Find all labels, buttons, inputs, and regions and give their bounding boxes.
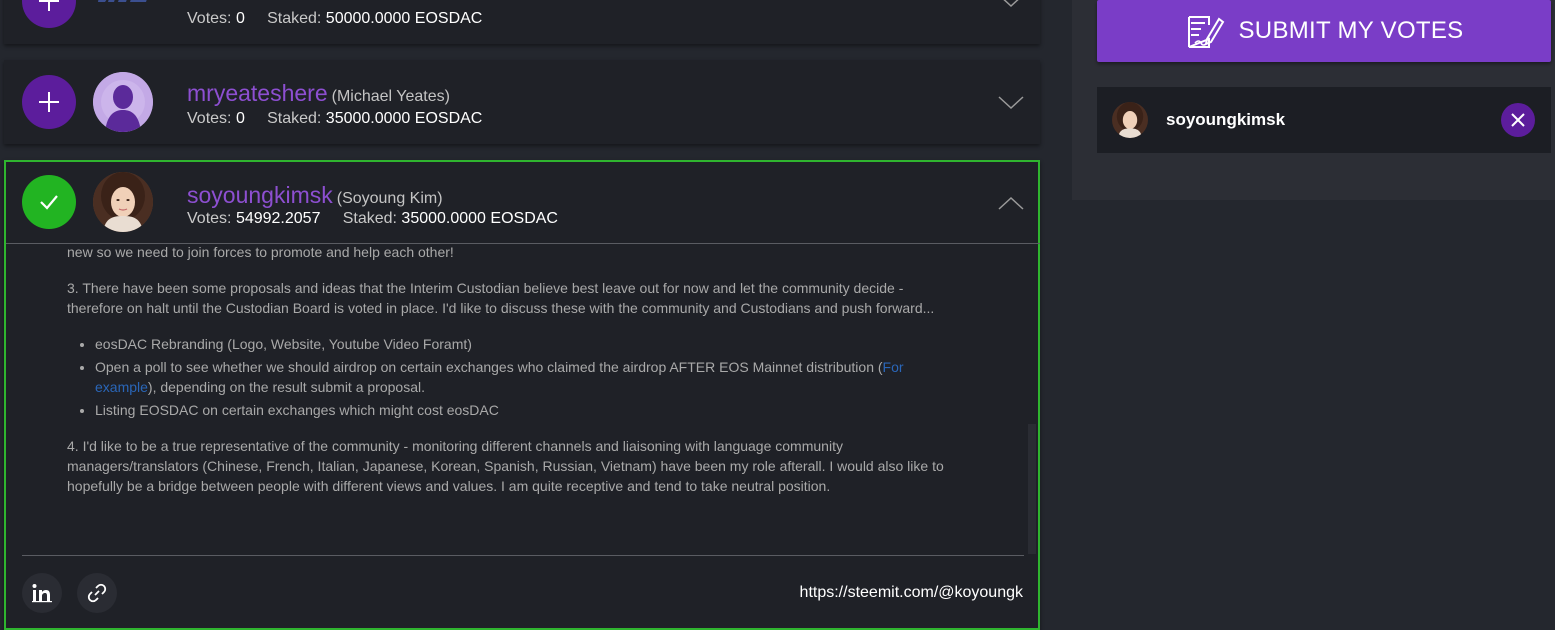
account-name[interactable]: soyoungkimsk: [187, 182, 333, 208]
checkmark-icon: [40, 195, 58, 210]
add-vote-button[interactable]: [22, 0, 76, 28]
staked-value: 35000.0000 EOSDAC: [401, 210, 558, 227]
list-item: eosDAC Rebranding (Logo, Website, Youtub…: [95, 334, 947, 354]
votes-value: 54992.2057: [235, 210, 321, 227]
candidate-card: mryeateshere (Michael Yeates) Votes: 0 St…: [4, 60, 1040, 144]
votes-label: Votes:: [187, 210, 232, 227]
chevron-down-icon[interactable]: [998, 94, 1024, 110]
voted-toggle-button[interactable]: [22, 175, 76, 229]
selected-candidate-name: soyoungkimsk: [1166, 110, 1286, 129]
candidate-stats: Votes: 0 Staked: 35000.0000 EOSDAC: [187, 110, 482, 128]
votes-label: Votes:: [187, 10, 232, 27]
chevron-down-icon[interactable]: [998, 0, 1024, 8]
selected-candidate-item: soyoungkimsk: [1097, 87, 1551, 153]
candidate-name[interactable]: soyoungkimsk (Soyoung Kim): [187, 182, 443, 209]
staked-value: 50000.0000 EOSDAC: [325, 10, 483, 27]
profile-photo: [1112, 102, 1148, 138]
sign-document-icon: [1187, 16, 1224, 48]
staked-label: Staked:: [342, 210, 397, 227]
description-paragraph: 4. I'd like to be a true representative …: [67, 438, 944, 494]
list-item-text: Open a poll to see whether we should air…: [95, 359, 883, 375]
list-item: Listing EOSDAC on certain exchanges whic…: [95, 400, 947, 420]
votes-value: 0: [235, 10, 245, 27]
real-name: (Soyoung Kim): [336, 190, 443, 207]
description-paragraph: new so we need to join forces to promote…: [67, 244, 454, 260]
candidate-card-expanded: soyoungkimsk (Soyoung Kim) Votes: 54992.2…: [4, 160, 1040, 630]
list-item-text: ), depending on the result submit a prop…: [147, 379, 425, 395]
candidate-stats: Votes: 0 Staked: 50000.0000 EOSDAC: [187, 10, 482, 28]
link-button[interactable]: [77, 573, 117, 613]
votes-value: 0: [235, 110, 245, 127]
candidate-card: Votes: 0 Staked: 50000.0000 EOSDAC: [4, 0, 1040, 44]
staked-label: Staked:: [267, 110, 322, 127]
description-scrollbar[interactable]: [1028, 424, 1036, 554]
real-name: (Michael Yeates): [331, 88, 450, 105]
plus-icon: [39, 92, 59, 112]
submit-votes-button[interactable]: SUBMIT MY VOTES: [1097, 0, 1551, 62]
default-user-icon: [93, 72, 153, 132]
submit-votes-label: SUBMIT MY VOTES: [1238, 17, 1464, 44]
close-icon: [1511, 113, 1525, 127]
profile-url-link[interactable]: https://steemit.com/@koyoungk: [800, 584, 1023, 602]
avatar: [93, 72, 153, 132]
footer-divider: [22, 555, 1024, 556]
account-name[interactable]: mryeateshere: [187, 80, 328, 106]
candidate-description: new so we need to join forces to promote…: [67, 242, 947, 512]
link-icon: [87, 583, 107, 603]
candidate-name[interactable]: mryeateshere (Michael Yeates): [187, 80, 450, 107]
avatar: [1112, 102, 1148, 138]
linkedin-button[interactable]: [22, 573, 62, 613]
staked-label: Staked:: [267, 10, 322, 27]
remove-vote-button[interactable]: [1501, 103, 1535, 137]
staked-value: 35000.0000 EOSDAC: [325, 110, 483, 127]
profile-photo: [93, 172, 153, 232]
votes-label: Votes:: [187, 110, 232, 127]
description-list: eosDAC Rebranding (Logo, Website, Youtub…: [67, 334, 947, 420]
chevron-up-icon[interactable]: [998, 195, 1024, 211]
avatar: [93, 172, 153, 232]
candidate-logo: [96, 0, 154, 2]
description-paragraph: 3. There have been some proposals and id…: [67, 280, 935, 316]
list-item: Open a poll to see whether we should air…: [95, 357, 947, 397]
plus-icon: [39, 0, 59, 11]
add-vote-button[interactable]: [22, 75, 76, 129]
candidate-stats: Votes: 54992.2057 Staked: 35000.0000 EOS…: [187, 210, 558, 228]
linkedin-icon: [32, 584, 52, 603]
